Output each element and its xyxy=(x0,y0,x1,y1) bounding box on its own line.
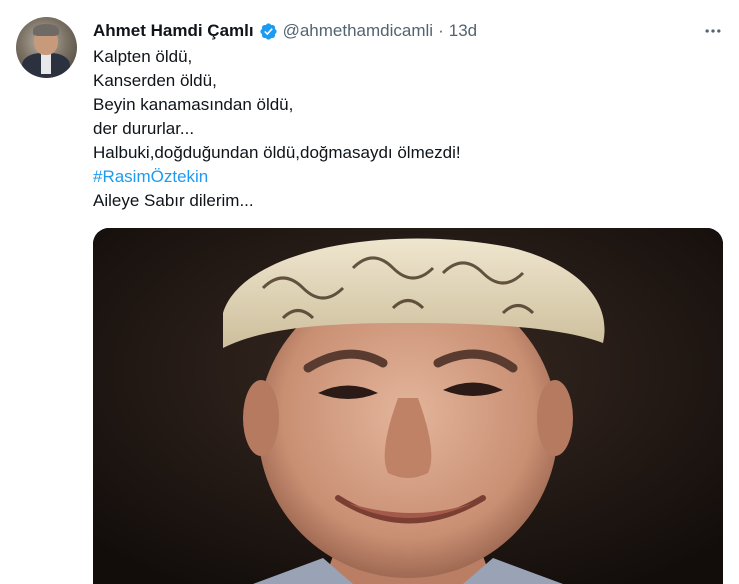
avatar-shirt xyxy=(41,54,51,74)
tweet-timestamp[interactable]: 13d xyxy=(449,21,477,41)
more-options-button[interactable] xyxy=(702,20,724,42)
tweet-photo[interactable] xyxy=(93,228,723,584)
author-name[interactable]: Ahmet Hamdi Çamlı xyxy=(93,21,254,41)
tweet-line: Kalpten öldü, xyxy=(93,47,193,66)
hashtag-link[interactable]: #RasimÖztekin xyxy=(93,165,461,189)
author-handle[interactable]: @ahmethamdicamli xyxy=(283,21,433,41)
tweet-text: Kalpten öldü, Kanserden öldü, Beyin kana… xyxy=(93,45,461,213)
tweet-line: Kanserden öldü, xyxy=(93,71,217,90)
verified-badge-icon xyxy=(259,22,277,40)
tweet-line: der dururlar... xyxy=(93,119,195,138)
more-options-icon xyxy=(705,29,721,33)
portrait-illustration xyxy=(93,228,723,584)
header-separator: · xyxy=(438,21,444,40)
avatar-hair xyxy=(33,24,59,36)
tweet: Ahmet Hamdi Çamlı @ahmethamdicamli · 13d… xyxy=(0,0,739,584)
author-avatar[interactable] xyxy=(16,17,77,78)
tweet-line: Beyin kanamasından öldü, xyxy=(93,95,294,114)
tweet-header: Ahmet Hamdi Çamlı @ahmethamdicamli · 13d xyxy=(93,20,477,42)
tweet-line: Aileye Sabır dilerim... xyxy=(93,191,254,210)
tweet-line: Halbuki,doğduğundan öldü,doğmasaydı ölme… xyxy=(93,143,461,162)
